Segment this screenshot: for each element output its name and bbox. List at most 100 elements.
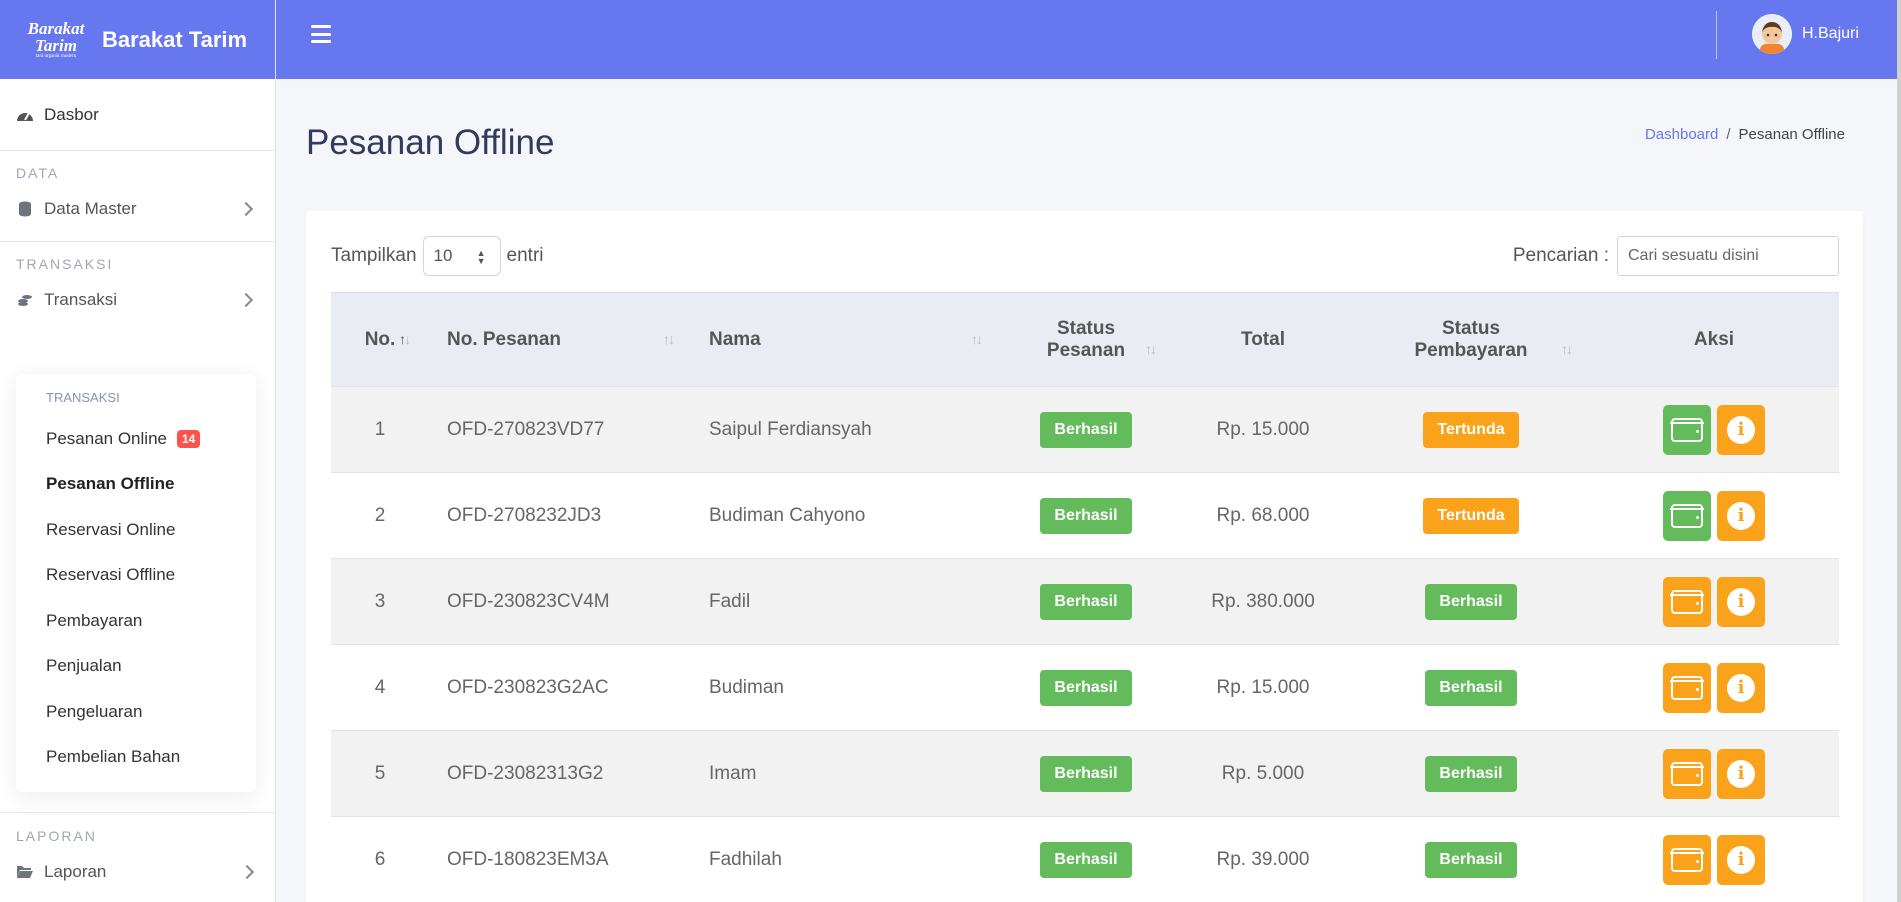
detail-button[interactable]: i: [1717, 576, 1765, 627]
status-badge: Berhasil: [1040, 755, 1132, 792]
cell-payment-status: Berhasil: [1353, 645, 1589, 731]
wallet-icon: [1670, 761, 1704, 786]
cell-order-code: OFD-230823CV4M: [447, 590, 610, 612]
detail-button[interactable]: i: [1717, 490, 1765, 541]
submenu-item-pesanan-online[interactable]: Pesanan Online 14: [16, 416, 256, 462]
cell-payment-status: Berhasil: [1353, 731, 1589, 817]
submenu-label: Pengeluaran: [46, 701, 143, 721]
payment-button[interactable]: [1663, 748, 1711, 799]
sidebar-item-data-master[interactable]: Data Master: [0, 181, 275, 237]
breadcrumb-dashboard-link[interactable]: Dashboard: [1645, 126, 1718, 143]
transaksi-submenu: TRANSAKSI Pesanan Online 14 Pesanan Offl…: [16, 374, 256, 792]
search-placeholder: Cari sesuatu disini: [1628, 247, 1759, 264]
entries-label: entri: [506, 245, 544, 266]
notification-badge: 14: [176, 429, 201, 448]
header-label: Nama: [709, 328, 761, 350]
logo-tag: tani organik modern: [35, 53, 77, 59]
avatar[interactable]: [1752, 14, 1792, 54]
submenu-item-reservasi-online[interactable]: Reservasi Online: [16, 507, 256, 553]
cell-no: 6: [374, 848, 386, 870]
detail-button[interactable]: i: [1717, 662, 1765, 713]
cell-name: Fadil: [709, 590, 751, 612]
status-badge: Tertunda: [1423, 411, 1519, 448]
cell-total: Rp. 15.000: [1216, 418, 1310, 440]
section-label-data: DATA: [16, 165, 60, 181]
header-label: No. Pesanan: [447, 328, 562, 350]
brand[interactable]: Barakat Tarim tani organik modern Baraka…: [0, 0, 275, 79]
payment-button[interactable]: [1663, 490, 1711, 541]
cell-actions: i: [1589, 473, 1839, 559]
vertical-scrollbar[interactable]: [1897, 0, 1901, 902]
col-header-aksi: Aksi: [1589, 292, 1839, 387]
detail-button[interactable]: i: [1717, 748, 1765, 799]
entries-select[interactable]: 10 ▲ ▼: [422, 236, 501, 276]
submenu-item-pembayaran[interactable]: Pembayaran: [16, 598, 256, 644]
submenu-label: Pembelian Bahan: [46, 747, 181, 767]
search-input[interactable]: Cari sesuatu disini: [1617, 236, 1839, 276]
col-header-status-pesanan[interactable]: Status Pesanan ↑↓: [999, 292, 1173, 387]
payment-button[interactable]: [1663, 662, 1711, 713]
submenu-label: Pesanan Offline: [46, 474, 175, 494]
hamburger-menu-icon[interactable]: [311, 25, 331, 43]
info-icon: i: [1727, 415, 1755, 444]
submenu-title: TRANSAKSI: [46, 390, 120, 405]
cell-no: 3: [374, 590, 386, 612]
chevron-right-icon: [238, 292, 254, 308]
sidebar-item-laporan[interactable]: Laporan: [0, 844, 276, 900]
select-arrows-icon: ▲ ▼: [476, 248, 486, 266]
cell-total: Rp. 380.000: [1211, 590, 1315, 612]
orders-card: Tampilkan 10 ▲ ▼ entri Pencarian : Cari s…: [306, 211, 1863, 902]
sidebar-item-dashboard[interactable]: Dasbor: [0, 79, 275, 151]
cell-order-code: OFD-180823EM3A: [447, 848, 609, 870]
cell-total: Rp. 68.000: [1216, 504, 1310, 526]
cell-total: Rp. 39.000: [1216, 848, 1310, 870]
dashboard-gauge-icon: [16, 107, 34, 123]
submenu-item-pembelian-bahan[interactable]: Pembelian Bahan: [16, 735, 256, 781]
submenu-item-penjualan[interactable]: Penjualan: [16, 644, 256, 690]
submenu-item-pesanan-offline[interactable]: Pesanan Offline: [16, 462, 256, 508]
header-label: Total: [1241, 328, 1285, 350]
status-badge: Berhasil: [1040, 411, 1132, 448]
col-header-nama[interactable]: Nama ↑↓: [691, 292, 999, 387]
status-badge: Berhasil: [1040, 669, 1132, 706]
header-label: Pembayaran: [1414, 339, 1528, 361]
status-badge: Berhasil: [1040, 497, 1132, 534]
cell-name: Budiman Cahyono: [709, 504, 866, 526]
sidebar-item-label: Dasbor: [44, 104, 99, 124]
submenu-label: Pembayaran: [46, 610, 143, 630]
submenu-item-reservasi-offline[interactable]: Reservasi Offline: [16, 553, 256, 599]
detail-button[interactable]: i: [1717, 834, 1765, 885]
sidebar-item-transaksi[interactable]: Transaksi: [0, 272, 275, 328]
wallet-icon: [1670, 417, 1704, 442]
detail-button[interactable]: i: [1717, 404, 1765, 455]
status-badge: Berhasil: [1040, 583, 1132, 620]
submenu-label: Pesanan Online: [46, 428, 167, 448]
info-icon: i: [1727, 845, 1755, 874]
user-name[interactable]: H.Bajuri: [1802, 25, 1859, 43]
brand-name: Barakat Tarim: [102, 26, 248, 52]
col-header-no-pesanan[interactable]: No. Pesanan ↑↓: [429, 292, 691, 387]
chevron-right-icon: [239, 864, 255, 880]
col-header-no[interactable]: No. ↑↓: [331, 292, 429, 387]
payment-button[interactable]: [1663, 576, 1711, 627]
submenu-item-pengeluaran[interactable]: Pengeluaran: [16, 689, 256, 735]
info-icon: i: [1727, 759, 1755, 788]
table-header-row: No. ↑↓ No. Pesanan ↑↓ Nama ↑↓ Status Pesanan…: [331, 292, 1839, 387]
col-header-status-pembayaran[interactable]: Status Pembayaran ↑↓: [1353, 292, 1589, 387]
col-header-total: Total: [1173, 292, 1353, 387]
payment-button[interactable]: [1663, 834, 1711, 885]
submenu-label: Reservasi Offline: [46, 565, 176, 585]
cell-name: Fadhilah: [709, 848, 782, 870]
entries-select-value: 10: [433, 246, 453, 265]
cell-order-code: OFD-270823VD77: [447, 418, 605, 440]
sidebar-item-label: Laporan: [44, 862, 107, 881]
table-row: 3 OFD-230823CV4M Fadil Berhasil Rp. 380.000 B…: [331, 558, 1839, 645]
search-label: Pencarian :: [1512, 245, 1609, 266]
payment-button[interactable]: [1663, 404, 1711, 455]
info-icon: i: [1727, 501, 1755, 530]
section-label-laporan: LAPORAN: [16, 828, 97, 844]
cell-actions: i: [1589, 387, 1839, 473]
cell-order-status: Berhasil: [999, 387, 1173, 473]
cell-payment-status: Berhasil: [1353, 559, 1589, 645]
table-row: 1 OFD-270823VD77 Saipul Ferdiansyah Berhasi…: [331, 386, 1839, 473]
